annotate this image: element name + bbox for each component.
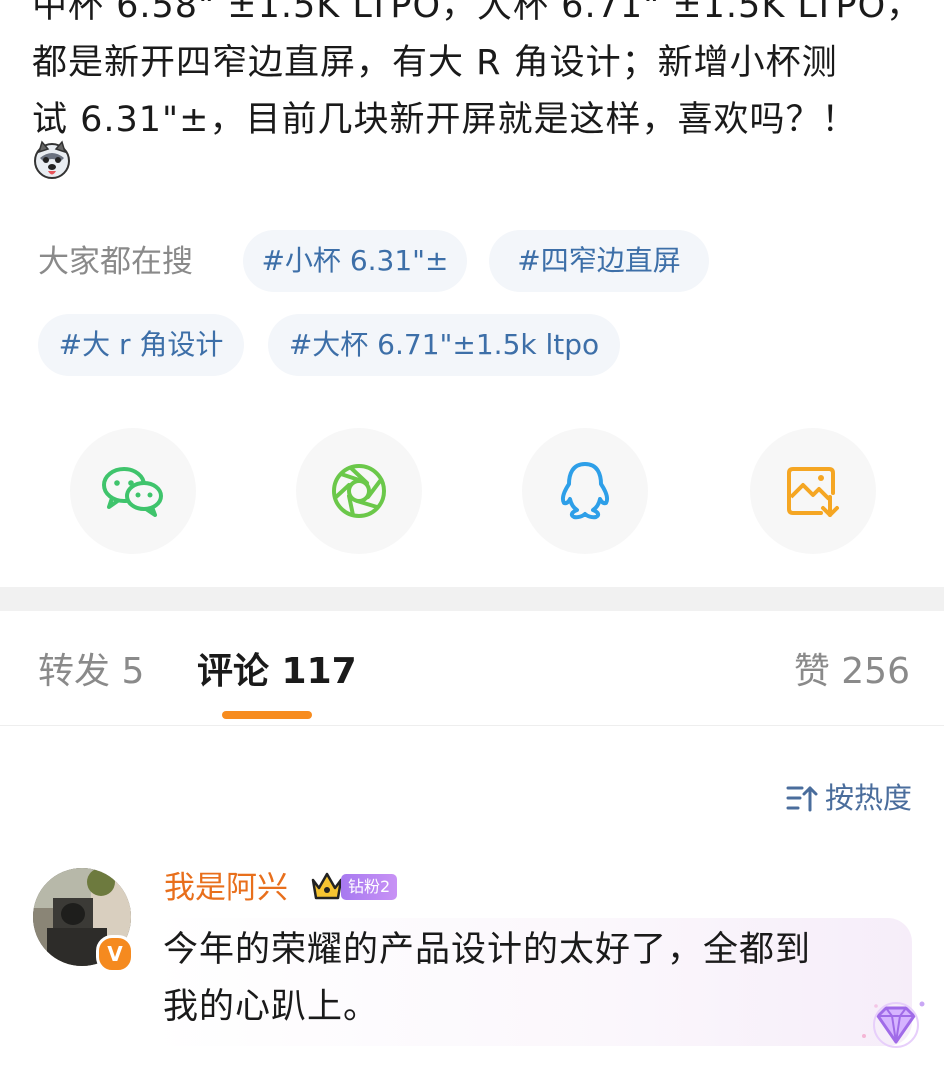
search-tag[interactable]: #四窄边直屏: [489, 230, 709, 292]
share-moments-button[interactable]: [296, 428, 422, 554]
sort-icon: [786, 786, 818, 812]
post-text-line: 中杯 6.58" ±1.5K LTPO，大杯 6.71" ±1.5K LTPO，: [32, 0, 923, 26]
share-qq-button[interactable]: [522, 428, 648, 554]
post-text: 中杯 6.58" ±1.5K LTPO，大杯 6.71" ±1.5K LTPO，…: [32, 0, 923, 149]
search-tag[interactable]: #小杯 6.31"±: [243, 230, 467, 292]
crown-icon: [311, 872, 343, 900]
section-divider: [0, 587, 944, 611]
moments-icon: [332, 464, 386, 518]
tab-comments[interactable]: 评论 117: [197, 648, 357, 696]
husky-emoji-icon: [34, 140, 70, 179]
sort-by-hot-button[interactable]: 按热度: [785, 776, 912, 820]
diamond-fan-badge: 钻粉2: [341, 874, 398, 900]
active-tab-indicator: [222, 711, 312, 719]
search-tag[interactable]: #大 r 角设计: [38, 314, 244, 376]
search-tags-row: 大家都在搜 #小杯 6.31"± #四窄边直屏: [0, 230, 944, 294]
qq-icon: [560, 462, 610, 520]
comment-text-line: 今年的荣耀的产品设计的太好了，全都到: [163, 930, 812, 970]
tab-repost[interactable]: 转发 5: [38, 648, 144, 696]
search-label: 大家都在搜: [38, 244, 193, 280]
verified-badge: V: [96, 935, 134, 973]
search-tag[interactable]: #大杯 6.71"±1.5k ltpo: [268, 314, 620, 376]
tab-likes[interactable]: 赞 256: [794, 648, 910, 696]
tabs-divider: [0, 725, 944, 726]
search-tags-row: #大 r 角设计 #大杯 6.71"±1.5k ltpo: [0, 314, 944, 378]
share-wechat-button[interactable]: [70, 428, 196, 554]
sort-label: 按热度: [824, 781, 912, 815]
wechat-icon: [102, 467, 163, 517]
comment-username[interactable]: 我是阿兴: [164, 866, 288, 910]
comment-text: 今年的荣耀的产品设计的太好了，全都到 我的心趴上。: [163, 922, 903, 1036]
post-text-line: 试 6.31"±，目前几块新开屏就是这样，喜欢吗？！: [32, 100, 858, 140]
post-text-line: 都是新开四窄边直屏，有大 R 角设计；新增小杯测: [32, 43, 838, 83]
comment-text-line: 我的心趴上。: [163, 987, 380, 1027]
save-image-icon: [787, 467, 839, 517]
diamond-gem-icon: [862, 1001, 925, 1048]
save-image-button[interactable]: [750, 428, 876, 554]
